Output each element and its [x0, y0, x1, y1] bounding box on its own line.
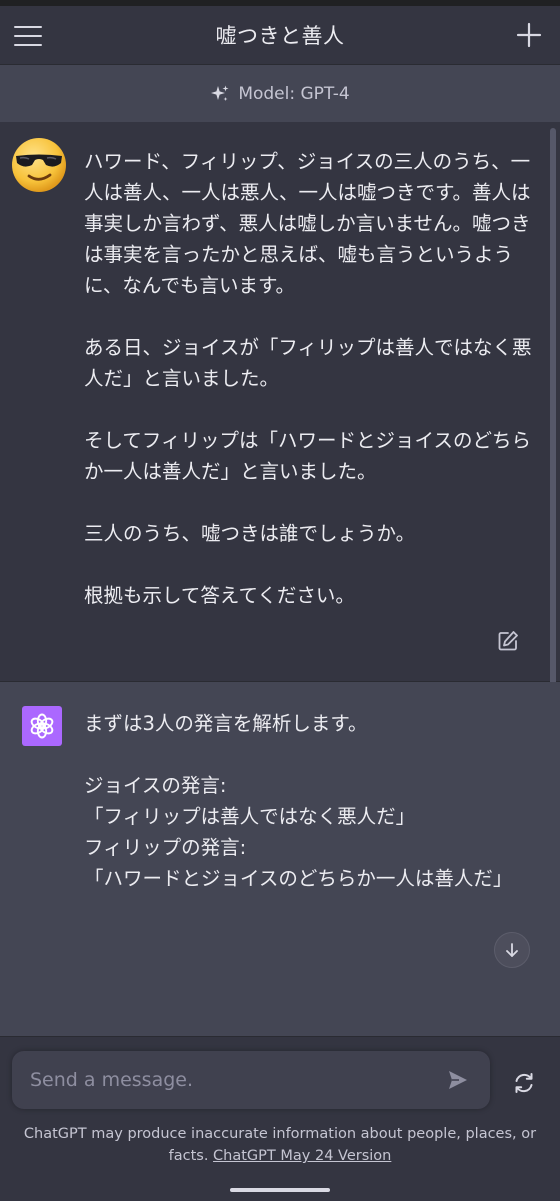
conversation-title: 嘘つきと善人	[215, 24, 345, 48]
hamburger-menu-icon[interactable]	[14, 20, 46, 52]
assistant-message-text: まずは3人の発言を解析します。 ジョイスの発言: 「フィリップは善人ではなく悪人…	[84, 712, 513, 890]
composer: ChatGPT may produce inaccurate informati…	[0, 1036, 560, 1201]
new-chat-button[interactable]	[512, 18, 546, 52]
message-input[interactable]	[28, 1059, 440, 1101]
model-indicator: Model: GPT-4	[0, 64, 560, 123]
openai-logo-icon	[22, 706, 62, 746]
send-button[interactable]	[440, 1062, 476, 1098]
model-label: Model: GPT-4	[238, 83, 350, 104]
assistant-message: まずは3人の発言を解析します。 ジョイスの発言: 「フィリップは善人ではなく悪人…	[0, 682, 560, 1040]
message-input-box	[12, 1051, 490, 1109]
user-message-text: ハワード、フィリップ、ジョイスの三人のうち、一人は善人、一人は悪人、一人は嘘つき…	[84, 150, 532, 607]
user-message: ハワード、フィリップ、ジョイスの三人のうち、一人は善人、一人は悪人、一人は嘘つき…	[0, 122, 560, 778]
send-icon	[449, 1071, 467, 1089]
home-indicator	[230, 1188, 330, 1192]
scroll-down-button[interactable]	[494, 932, 530, 968]
sunglasses-emoji-icon	[12, 138, 66, 192]
disclaimer: ChatGPT may produce inaccurate informati…	[20, 1123, 540, 1167]
message-thread[interactable]: ハワード、フィリップ、ジョイスの三人のうち、一人は善人、一人は悪人、一人は嘘つき…	[0, 122, 560, 1040]
arrow-down-icon	[506, 943, 518, 957]
version-link[interactable]: ChatGPT May 24 Version	[213, 1148, 391, 1164]
plus-icon	[516, 22, 542, 48]
scrollbar[interactable]	[550, 128, 556, 778]
top-bar: 嘘つきと善人	[0, 6, 560, 64]
regenerate-icon	[515, 1073, 533, 1093]
sparkle-icon	[211, 85, 229, 101]
edit-icon[interactable]	[496, 629, 520, 653]
regenerate-button[interactable]	[506, 1065, 542, 1101]
